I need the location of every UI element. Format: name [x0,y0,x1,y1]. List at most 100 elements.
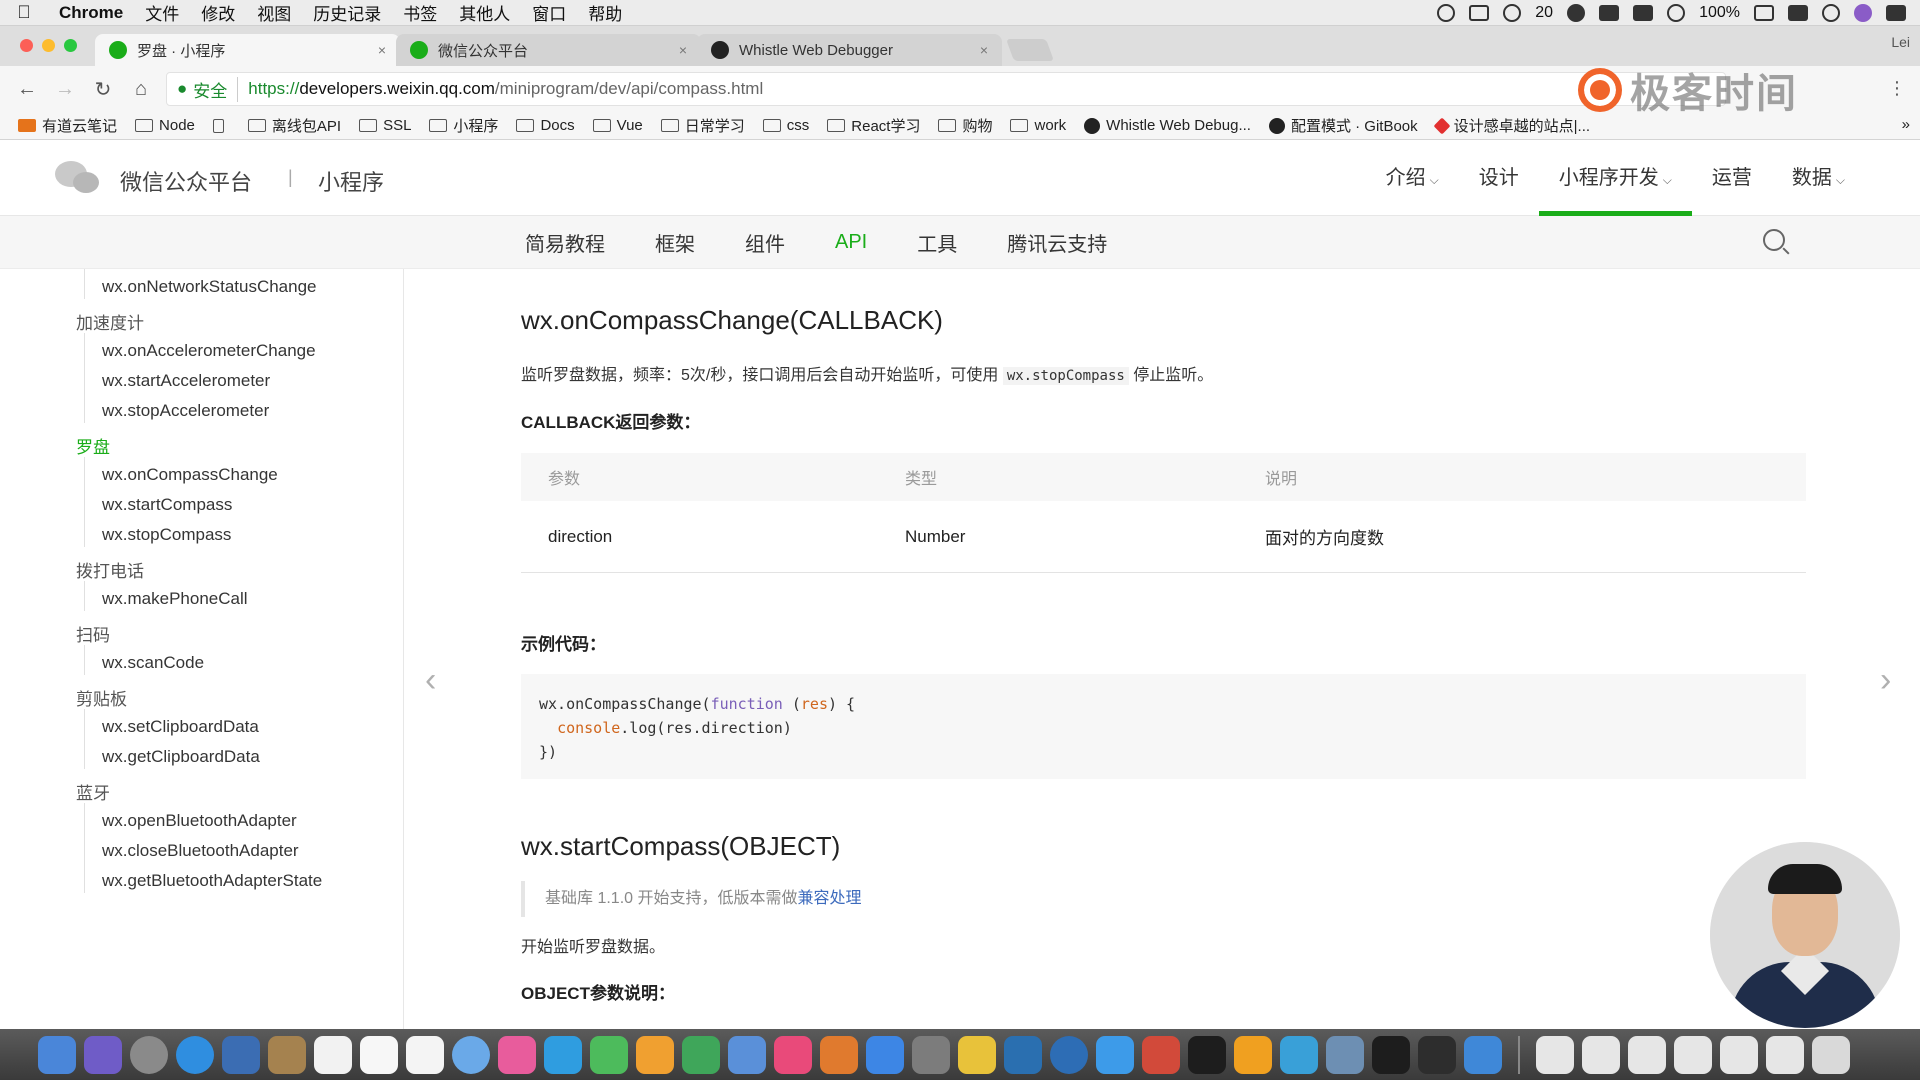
dock-app-icon[interactable] [314,1035,352,1074]
sidebar-item[interactable]: wx.stopAccelerometer [102,401,269,421]
dock-app-icon[interactable] [728,1035,766,1074]
menu-people[interactable]: 其他人 [448,0,521,25]
tab-whistle[interactable]: Whistle Web Debugger × [697,34,1002,66]
minimize-window-icon[interactable] [42,39,55,52]
bookmark-item[interactable]: 有道云笔记 [18,115,117,136]
chat-bubble-icon[interactable] [1503,3,1522,22]
site-name[interactable]: 微信公众平台 [120,165,252,197]
dock-app-icon[interactable] [222,1035,260,1074]
nav-data[interactable]: 数据 ⌵ [1772,141,1865,216]
dock-app-icon[interactable] [774,1035,812,1074]
bookmark-item[interactable]: Node [135,117,195,134]
sidebar-item[interactable]: wx.getClipboardData [102,747,260,767]
dock-app-icon[interactable] [1720,1035,1758,1074]
dock-app-icon[interactable] [1142,1035,1180,1074]
dock-app-icon[interactable] [360,1035,398,1074]
dock-app-icon[interactable] [38,1035,76,1074]
bookmark-item[interactable]: 配置模式 · GitBook [1268,115,1418,136]
sidebar-item[interactable]: wx.onNetworkStatusChange [102,277,317,297]
sidebar-item[interactable]: wx.stopCompass [102,525,231,545]
dock-app-icon[interactable] [1004,1035,1042,1074]
dock-app-icon[interactable] [958,1035,996,1074]
bookmark-item[interactable] [212,118,230,133]
sidebar-item[interactable]: wx.startCompass [102,495,232,515]
dock-app-icon[interactable] [1280,1035,1318,1074]
tab-wechat-platform[interactable]: 微信公众平台 × [396,34,701,66]
bookmark-item[interactable]: 小程序 [429,115,498,136]
dock-app-icon[interactable] [1234,1035,1272,1074]
dock-app-icon[interactable] [682,1035,720,1074]
dock-app-icon[interactable] [452,1035,490,1074]
bookmark-item[interactable]: Whistle Web Debug... [1084,117,1251,134]
dock-app-icon[interactable] [1188,1035,1226,1074]
dock-app-icon[interactable] [866,1035,904,1074]
dock-app-icon[interactable] [1674,1035,1712,1074]
dock-app-icon[interactable] [268,1035,306,1074]
dock-app-icon[interactable] [176,1035,214,1074]
address-bar[interactable]: ● 安全 https:// developers.weixin.qq.com /… [166,72,1726,106]
dock-app-icon[interactable] [1372,1035,1410,1074]
app-status-icon[interactable] [1599,4,1620,21]
sidebar-item[interactable]: wx.getBluetoothAdapterState [102,871,322,891]
menu-file[interactable]: 文件 [134,0,190,25]
menu-extra-icon[interactable] [1633,4,1654,21]
close-window-icon[interactable] [20,39,33,52]
dock-app-icon[interactable] [1812,1035,1850,1074]
bookmarks-overflow-button[interactable]: » [1902,116,1910,133]
record-icon[interactable] [1437,3,1456,22]
compat-link[interactable]: 兼容处理 [797,890,861,907]
dock-app-icon[interactable] [1536,1035,1574,1074]
bookmark-item[interactable]: 设计感卓越的站点|... [1433,115,1590,136]
notification-center-icon[interactable] [1886,4,1906,21]
menu-edit[interactable]: 修改 [190,0,246,25]
sidebar-group[interactable]: 剪贴板 [76,685,127,710]
nav-operations[interactable]: 运营 [1692,141,1772,216]
chrome-menu-button[interactable]: ⋮ [1888,78,1906,99]
dock-app-icon[interactable] [406,1035,444,1074]
dock-app-icon[interactable] [130,1035,168,1074]
sidebar-item[interactable]: wx.makePhoneCall [102,589,248,609]
sidebar-group[interactable]: 扫码 [76,621,110,646]
dock-app-icon[interactable] [1628,1035,1666,1074]
sidebar-group[interactable]: 蓝牙 [76,779,110,804]
nav-dev[interactable]: 小程序开发 ⌵ [1538,141,1692,216]
dock-app-icon[interactable] [1766,1035,1804,1074]
dock-app-icon[interactable] [1418,1035,1456,1074]
subnav-framework[interactable]: 框架 [655,228,695,257]
menu-window[interactable]: 窗口 [521,0,577,25]
input-method-icon[interactable] [1788,4,1808,21]
forward-button[interactable]: → [46,78,84,101]
search-icon[interactable] [1763,229,1785,251]
siri-icon[interactable] [1854,3,1872,22]
nav-intro[interactable]: 介绍 ⌵ [1366,141,1459,216]
shield-icon[interactable] [1567,3,1586,22]
dock-app-icon[interactable] [590,1035,628,1074]
profile-name[interactable]: Lei [1891,34,1910,50]
dock-app-icon[interactable] [912,1035,950,1074]
dock-app-icon[interactable] [1096,1035,1134,1074]
wifi-icon[interactable] [1667,3,1686,22]
sidebar-item[interactable]: wx.openBluetoothAdapter [102,811,297,831]
dock-app-icon[interactable] [544,1035,582,1074]
site-subname[interactable]: 小程序 [318,165,384,197]
close-tab-icon[interactable]: × [679,42,687,58]
close-tab-icon[interactable]: × [378,42,386,58]
nav-design[interactable]: 设计 [1459,141,1539,216]
subnav-tools[interactable]: 工具 [917,228,957,257]
menu-bookmarks[interactable]: 书签 [392,0,448,25]
menu-history[interactable]: 历史记录 [302,0,392,25]
subnav-api[interactable]: API [835,231,867,254]
tab-compass[interactable]: 罗盘 · 小程序 × [95,34,400,66]
menu-view[interactable]: 视图 [246,0,302,25]
back-button[interactable]: ← [8,78,46,101]
close-tab-icon[interactable]: × [980,42,988,58]
zoom-window-icon[interactable] [64,39,77,52]
dock-app-icon[interactable] [636,1035,674,1074]
bookmark-item[interactable]: 日常学习 [660,115,745,136]
spotlight-icon[interactable] [1822,3,1840,22]
bookmark-item[interactable]: 离线包API [247,115,341,136]
dock-app-icon[interactable] [1464,1035,1502,1074]
menu-chrome[interactable]: Chrome [48,3,134,23]
dock-app-icon[interactable] [84,1035,122,1074]
sidebar-item[interactable]: wx.closeBluetoothAdapter [102,841,299,861]
